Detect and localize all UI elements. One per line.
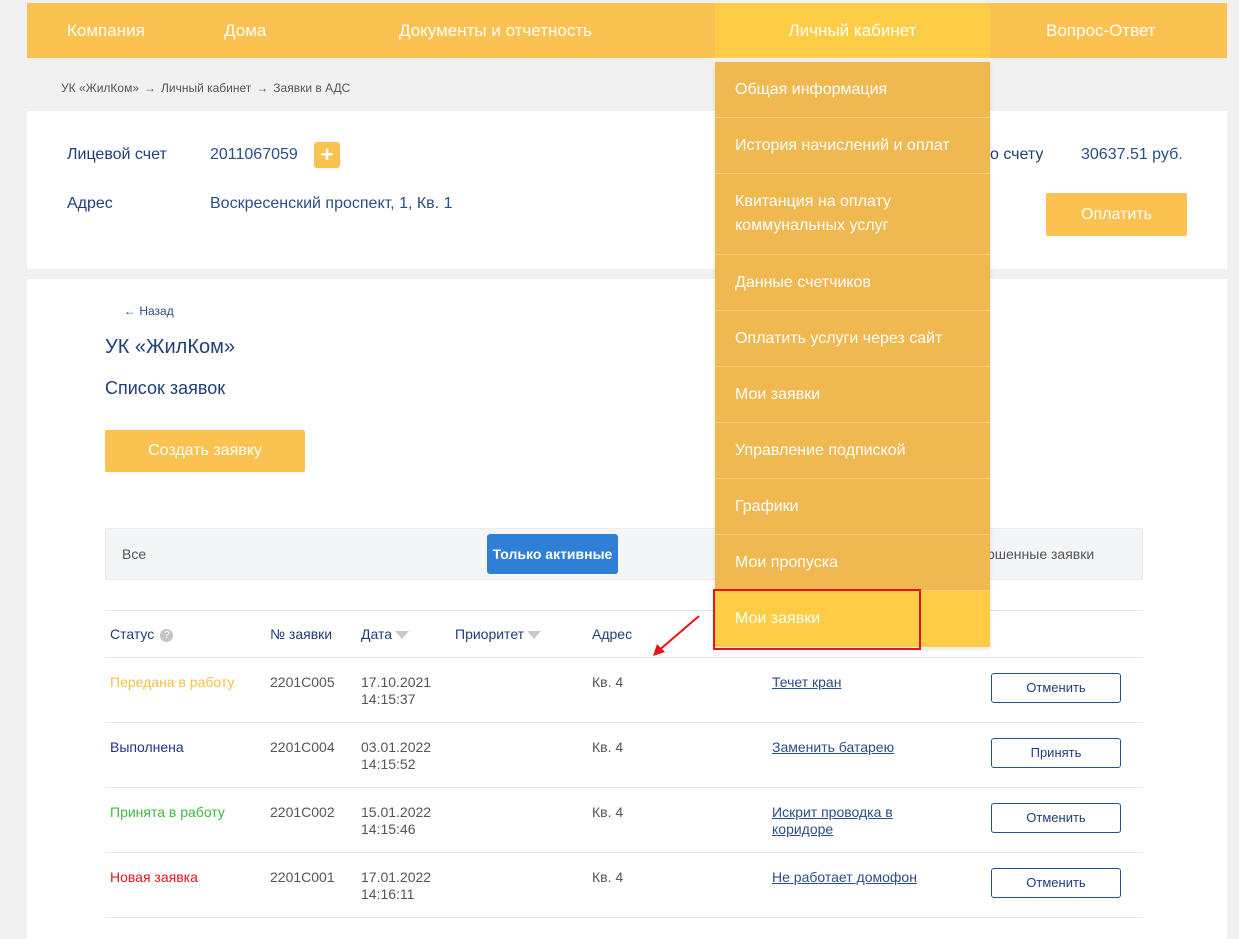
request-date: 17.01.2022 14:16:11	[361, 869, 451, 903]
balance-value: 30637.51 руб.	[1081, 146, 1183, 163]
header-priority-label: Приоритет	[455, 626, 525, 642]
menu-item-pay-online[interactable]: Оплатить услуги через сайт	[715, 311, 990, 367]
menu-item-meter-data[interactable]: Данные счетчиков	[715, 255, 990, 311]
request-date: 17.10.2021 14:15:37	[361, 674, 451, 708]
breadcrumb-separator: →	[256, 81, 269, 95]
breadcrumb-item-cabinet[interactable]: Личный кабинет	[161, 81, 251, 95]
status-label: Новая заявка	[110, 869, 198, 885]
account-card: Лицевой счет 2011067059 + Адрес Воскресе…	[27, 111, 1227, 269]
cancel-button[interactable]: Отменить	[991, 803, 1121, 833]
table-row: Передана в работу 2201С005 17.10.2021 14:…	[105, 658, 1143, 723]
menu-item-subscription[interactable]: Управление подпиской	[715, 423, 990, 479]
top-navigation: Компания Дома Документы и отчетность Лич…	[27, 3, 1227, 58]
header-date-label: Дата	[361, 626, 393, 642]
header-status-label: Статус	[110, 626, 155, 642]
balance-label: о счету	[990, 146, 1044, 163]
nav-item-company[interactable]: Компания	[67, 3, 145, 58]
header-date[interactable]: Дата	[361, 626, 410, 642]
request-number: 2201С005	[270, 674, 335, 690]
table-row: Новая заявка 2201С001 17.01.2022 14:16:11…	[105, 853, 1143, 918]
add-account-button[interactable]: +	[314, 142, 340, 168]
request-date-time: 14:16:11	[361, 886, 415, 902]
account-number-value: 2011067059	[210, 146, 298, 163]
annotation-arrow-icon	[653, 615, 700, 656]
filter-completed[interactable]: ршенные заявки	[987, 546, 1094, 562]
nav-item-personal-account[interactable]: Личный кабинет	[715, 3, 990, 58]
header-priority[interactable]: Приоритет	[455, 626, 542, 642]
nav-item-houses[interactable]: Дома	[224, 3, 266, 58]
status-label: Передана в работу	[110, 674, 235, 690]
table-row: Выполнена 2201С004 03.01.2022 14:15:52 Кв…	[105, 723, 1143, 788]
request-description-link[interactable]: Не работает домофон	[772, 869, 942, 886]
main-card: ← Назад УК «ЖилКом» Список заявок Создат…	[27, 279, 1227, 939]
request-description-link[interactable]: Течет кран	[772, 674, 942, 691]
breadcrumb-item-company[interactable]: УК «ЖилКом»	[61, 81, 139, 95]
request-address: Кв. 4	[592, 739, 624, 755]
request-date-time: 14:15:46	[361, 821, 416, 837]
org-title: УК «ЖилКом»	[105, 336, 235, 358]
request-date-time: 14:15:52	[361, 756, 416, 772]
address-value: Воскресенский проспект, 1, Кв. 1	[210, 195, 453, 212]
request-number: 2201С002	[270, 804, 335, 820]
request-date-time: 14:15:37	[361, 691, 416, 707]
menu-item-passes[interactable]: Мои пропуска	[715, 535, 990, 591]
status-label: Принята в работу	[110, 804, 225, 820]
cancel-button[interactable]: Отменить	[991, 673, 1121, 703]
pay-button[interactable]: Оплатить	[1046, 193, 1187, 236]
request-date-day: 15.01.2022	[361, 804, 432, 820]
back-link[interactable]: ← Назад	[124, 304, 174, 318]
filter-all[interactable]: Все	[122, 546, 146, 562]
menu-item-schedules[interactable]: Графики	[715, 479, 990, 535]
request-description-link[interactable]: Заменить батарею	[772, 739, 942, 756]
request-date-day: 03.01.2022	[361, 739, 432, 755]
sort-down-icon[interactable]	[527, 631, 542, 640]
sort-down-icon[interactable]	[395, 631, 410, 640]
request-description-link[interactable]: Искрит проводка в коридоре	[772, 804, 942, 838]
filter-active-only[interactable]: Только активные	[487, 534, 618, 574]
request-date: 03.01.2022 14:15:52	[361, 739, 451, 773]
request-address: Кв. 4	[592, 869, 624, 885]
menu-item-my-requests[interactable]: Мои заявки	[715, 367, 990, 423]
page-title: Список заявок	[105, 378, 226, 398]
breadcrumb-item-current: Заявки в АДС	[273, 81, 351, 95]
address-label: Адрес	[67, 195, 113, 212]
menu-item-charges-history[interactable]: История начислений и оплат	[715, 118, 990, 174]
accept-button[interactable]: Принять	[991, 738, 1121, 768]
highlight-box	[713, 589, 921, 650]
breadcrumb-separator: →	[144, 81, 156, 95]
breadcrumb: УК «ЖилКом» → Личный кабинет → Заявки в АДС	[61, 81, 350, 95]
request-date-day: 17.10.2021	[361, 674, 432, 690]
nav-item-faq[interactable]: Вопрос-Ответ	[1046, 3, 1156, 58]
table-row: Принята в работу 2201С002 15.01.2022 14:1…	[105, 788, 1143, 853]
account-number-label: Лицевой счет	[67, 146, 167, 163]
header-address: Адрес	[592, 626, 633, 642]
request-date: 15.01.2022 14:15:46	[361, 804, 451, 838]
request-address: Кв. 4	[592, 674, 624, 690]
status-label: Выполнена	[110, 739, 184, 755]
cancel-button[interactable]: Отменить	[991, 868, 1121, 898]
header-status[interactable]: Статус?	[110, 626, 174, 642]
header-number: № заявки	[270, 626, 333, 642]
menu-item-general-info[interactable]: Общая информация	[715, 62, 990, 118]
request-address: Кв. 4	[592, 804, 624, 820]
help-icon[interactable]: ?	[160, 628, 174, 642]
request-number: 2201С001	[270, 869, 335, 885]
menu-item-receipt[interactable]: Квитанция на оплату коммунальных услуг	[715, 174, 990, 255]
create-request-button[interactable]: Создать заявку	[105, 430, 305, 472]
nav-item-documents[interactable]: Документы и отчетность	[399, 3, 592, 58]
requests-table: Статус? № заявки Дата Приоритет Адрес Пе…	[105, 610, 1143, 918]
request-number: 2201С004	[270, 739, 335, 755]
request-date-day: 17.01.2022	[361, 869, 432, 885]
personal-account-dropdown: Общая информация История начислений и оп…	[715, 62, 990, 647]
